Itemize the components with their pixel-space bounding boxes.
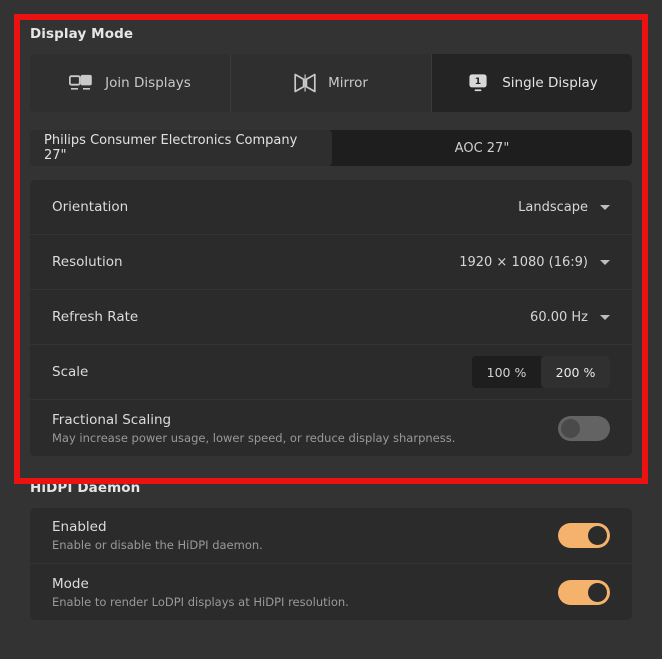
toggle-knob (588, 582, 607, 602)
single-monitor-one-icon: 1 (466, 73, 490, 93)
monitor-tab-aoc-label: AOC 27" (454, 140, 510, 156)
monitor-tab-aoc[interactable]: AOC 27" (332, 130, 632, 166)
mode-button-single-display[interactable]: 1 Single Display (432, 54, 632, 112)
orientation-dropdown[interactable]: Landscape (518, 200, 610, 215)
row-fractional-scaling: Fractional Scaling May increase power us… (30, 400, 632, 456)
display-mode-selector[interactable]: Join Displays Mirror 1 Single Display (30, 54, 632, 112)
chevron-down-icon[interactable] (600, 314, 610, 320)
chevron-down-icon[interactable] (600, 259, 610, 265)
resolution-dropdown[interactable]: 1920 × 1080 (16:9) (459, 255, 610, 270)
hidpi-daemon-section: HiDPI Daemon Enabled Enable or disable t… (30, 480, 632, 620)
fractional-scaling-label: Fractional Scaling (52, 411, 172, 428)
scale-selector[interactable]: 100 % 200 % (472, 356, 610, 388)
mode-label-mirror: Mirror (328, 75, 368, 91)
chevron-down-icon[interactable] (600, 204, 610, 210)
fractional-scaling-description: May increase power usage, lower speed, o… (52, 430, 456, 445)
scale-option-100[interactable]: 100 % (472, 356, 541, 388)
display-mode-section: Display Mode Join Displays Mirror 1 Sing… (30, 26, 632, 456)
row-scale: Scale 100 % 200 % (30, 345, 632, 400)
hidpi-mode-label: Mode (52, 575, 89, 592)
hidpi-mode-description: Enable to render LoDPI displays at HiDPI… (52, 594, 349, 609)
mode-label-join-displays: Join Displays (105, 75, 191, 91)
row-refresh-rate[interactable]: Refresh Rate 60.00 Hz (30, 290, 632, 345)
orientation-label: Orientation (52, 199, 129, 215)
mode-label-single-display: Single Display (502, 75, 598, 91)
monitor-tabs[interactable]: Philips Consumer Electronics Company 27"… (30, 130, 632, 166)
monitor-tab-philips-label: Philips Consumer Electronics Company 27" (44, 133, 298, 163)
scale-option-200[interactable]: 200 % (541, 356, 610, 388)
row-orientation[interactable]: Orientation Landscape (30, 180, 632, 235)
row-hidpi-mode: Mode Enable to render LoDPI displays at … (30, 564, 632, 620)
mode-button-mirror[interactable]: Mirror (231, 54, 432, 112)
hidpi-enabled-text: Enabled Enable or disable the HiDPI daem… (52, 519, 263, 552)
scale-label: Scale (52, 364, 89, 380)
hidpi-mode-toggle[interactable] (558, 579, 610, 605)
hidpi-enabled-toggle[interactable] (558, 523, 610, 548)
orientation-value: Landscape (518, 199, 588, 215)
hidpi-mode-text: Mode Enable to render LoDPI displays at … (52, 576, 349, 609)
resolution-value: 1920 × 1080 (16:9) (459, 254, 588, 270)
mirror-bowtie-icon (294, 73, 316, 93)
hidpi-daemon-card: Enabled Enable or disable the HiDPI daem… (30, 508, 632, 620)
two-monitors-icon (69, 74, 93, 92)
refresh-rate-value: 60.00 Hz (530, 309, 588, 325)
refresh-rate-dropdown[interactable]: 60.00 Hz (530, 310, 610, 325)
toggle-knob (561, 418, 580, 438)
monitor-tab-philips[interactable]: Philips Consumer Electronics Company 27" (30, 130, 332, 166)
hidpi-enabled-label: Enabled (52, 519, 107, 535)
row-resolution[interactable]: Resolution 1920 × 1080 (16:9) (30, 235, 632, 290)
mode-button-join-displays[interactable]: Join Displays (30, 54, 231, 112)
settings-page: Display Mode Join Displays Mirror 1 Sing… (0, 0, 662, 659)
hidpi-enabled-description: Enable or disable the HiDPI daemon. (52, 538, 263, 552)
toggle-knob (588, 526, 607, 545)
resolution-label: Resolution (52, 254, 123, 270)
fractional-scaling-toggle[interactable] (558, 415, 610, 441)
refresh-rate-label: Refresh Rate (52, 309, 139, 325)
row-hidpi-enabled: Enabled Enable or disable the HiDPI daem… (30, 508, 632, 564)
fractional-scaling-text: Fractional Scaling May increase power us… (52, 412, 455, 445)
hidpi-daemon-title: HiDPI Daemon (30, 480, 141, 496)
display-settings-card: Orientation Landscape Resolution 1920 × … (30, 180, 632, 456)
svg-text:1: 1 (475, 76, 481, 87)
display-mode-title: Display Mode (30, 26, 134, 42)
